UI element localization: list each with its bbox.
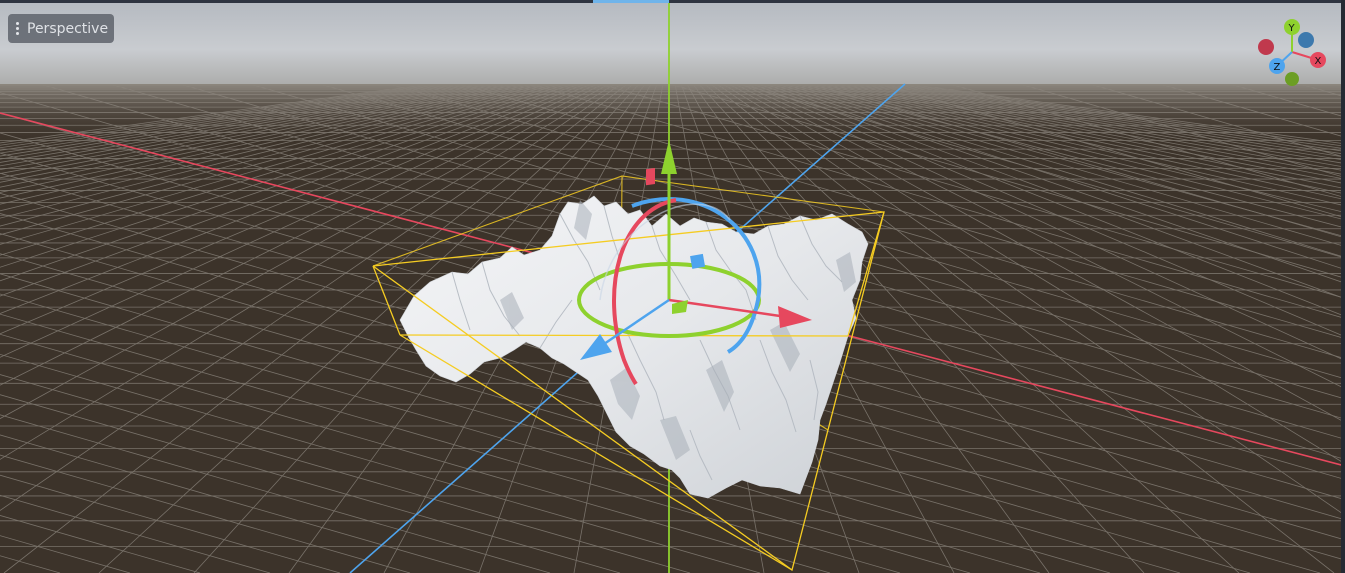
active-tab-accent bbox=[593, 0, 669, 3]
gizmo-y-label: Y bbox=[1288, 23, 1296, 34]
viewport-right-border bbox=[1341, 0, 1345, 573]
3d-viewport[interactable]: X Y Z Perspective bbox=[0, 0, 1345, 573]
gizmo-neg-z bbox=[1298, 32, 1314, 48]
gizmo-neg-x bbox=[1258, 39, 1274, 55]
plane-handle-xy bbox=[646, 167, 655, 186]
gizmo-neg-y bbox=[1285, 72, 1299, 86]
view-menu-button[interactable]: Perspective bbox=[8, 14, 115, 43]
view-menu-label: Perspective bbox=[27, 20, 109, 37]
gizmo-x-label: X bbox=[1315, 56, 1322, 67]
scene-view[interactable]: X Y Z bbox=[0, 0, 1345, 573]
sky bbox=[0, 0, 1345, 90]
gizmo-z-label: Z bbox=[1274, 62, 1281, 73]
plane-handle-yz bbox=[690, 253, 706, 269]
viewport-top-border bbox=[0, 0, 1345, 3]
kebab-menu-icon bbox=[13, 22, 21, 35]
